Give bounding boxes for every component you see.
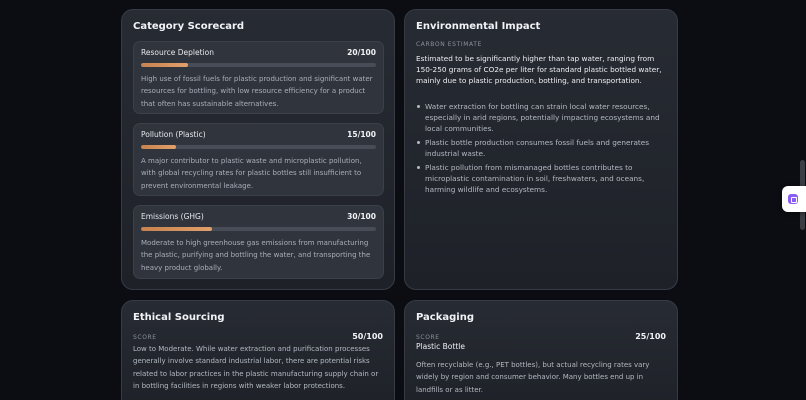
ethical-description: Low to Moderate. While water extraction …: [133, 345, 379, 390]
progress-fill: [141, 145, 177, 149]
card-title: Category Scorecard: [133, 21, 245, 32]
progress-bar: [141, 63, 376, 67]
page: Category Scorecard Resource Depletion 20…: [0, 0, 806, 400]
metric-score: 20/100: [347, 48, 376, 57]
category-scorecard-card: Category Scorecard Resource Depletion 20…: [121, 9, 395, 290]
score-value: 50/100: [352, 332, 383, 341]
metric-name: Emissions (GHG): [141, 212, 204, 221]
progress-bar: [141, 227, 376, 231]
metric-resource-depletion: Resource Depletion 20/100 High use of fo…: [133, 41, 384, 114]
card-title: Environmental Impact: [416, 21, 541, 32]
metric-pollution-plastic: Pollution (Plastic) 15/100 A major contr…: [133, 123, 384, 196]
card-title: Packaging: [416, 312, 474, 323]
environmental-impact-card: Environmental Impact CARBON ESTIMATE Est…: [404, 9, 678, 290]
progress-fill: [141, 227, 212, 231]
packaging-type: Plastic Bottle: [416, 342, 465, 351]
list-item: Water extraction for bottling can strain…: [416, 101, 668, 134]
carbon-estimate-label: CARBON ESTIMATE: [416, 41, 482, 48]
metric-description: A major contributor to plastic waste and…: [141, 157, 362, 190]
metric-emissions-ghg: Emissions (GHG) 30/100 Moderate to high …: [133, 205, 384, 279]
metric-description: Moderate to high greenhouse gas emission…: [141, 239, 371, 272]
list-item: Plastic pollution from mismanaged bottle…: [416, 162, 668, 195]
ethical-sourcing-card: Ethical Sourcing SCORE 50/100 Low to Mod…: [121, 300, 395, 400]
progress-fill: [141, 63, 188, 67]
metric-name: Resource Depletion: [141, 48, 214, 57]
score-label: SCORE: [133, 334, 157, 341]
metric-score: 30/100: [347, 212, 376, 221]
carbon-estimate-text: Estimated to be significantly higher tha…: [416, 54, 662, 85]
packaging-card: Packaging SCORE 25/100 Plastic Bottle Of…: [404, 300, 678, 400]
card-title: Ethical Sourcing: [133, 312, 225, 323]
progress-bar: [141, 145, 376, 149]
list-item: Plastic bottle production consumes fossi…: [416, 137, 668, 159]
floating-widget-button[interactable]: [782, 186, 806, 212]
impact-list: Water extraction for bottling can strain…: [416, 101, 668, 198]
score-value: 25/100: [635, 332, 666, 341]
metric-name: Pollution (Plastic): [141, 130, 206, 139]
packaging-description: Often recyclable (e.g., PET bottles), bu…: [416, 361, 650, 394]
score-label: SCORE: [416, 334, 440, 341]
widget-icon: [788, 194, 798, 204]
metric-description: High use of fossil fuels for plastic pro…: [141, 75, 373, 108]
metric-score: 15/100: [347, 130, 376, 139]
